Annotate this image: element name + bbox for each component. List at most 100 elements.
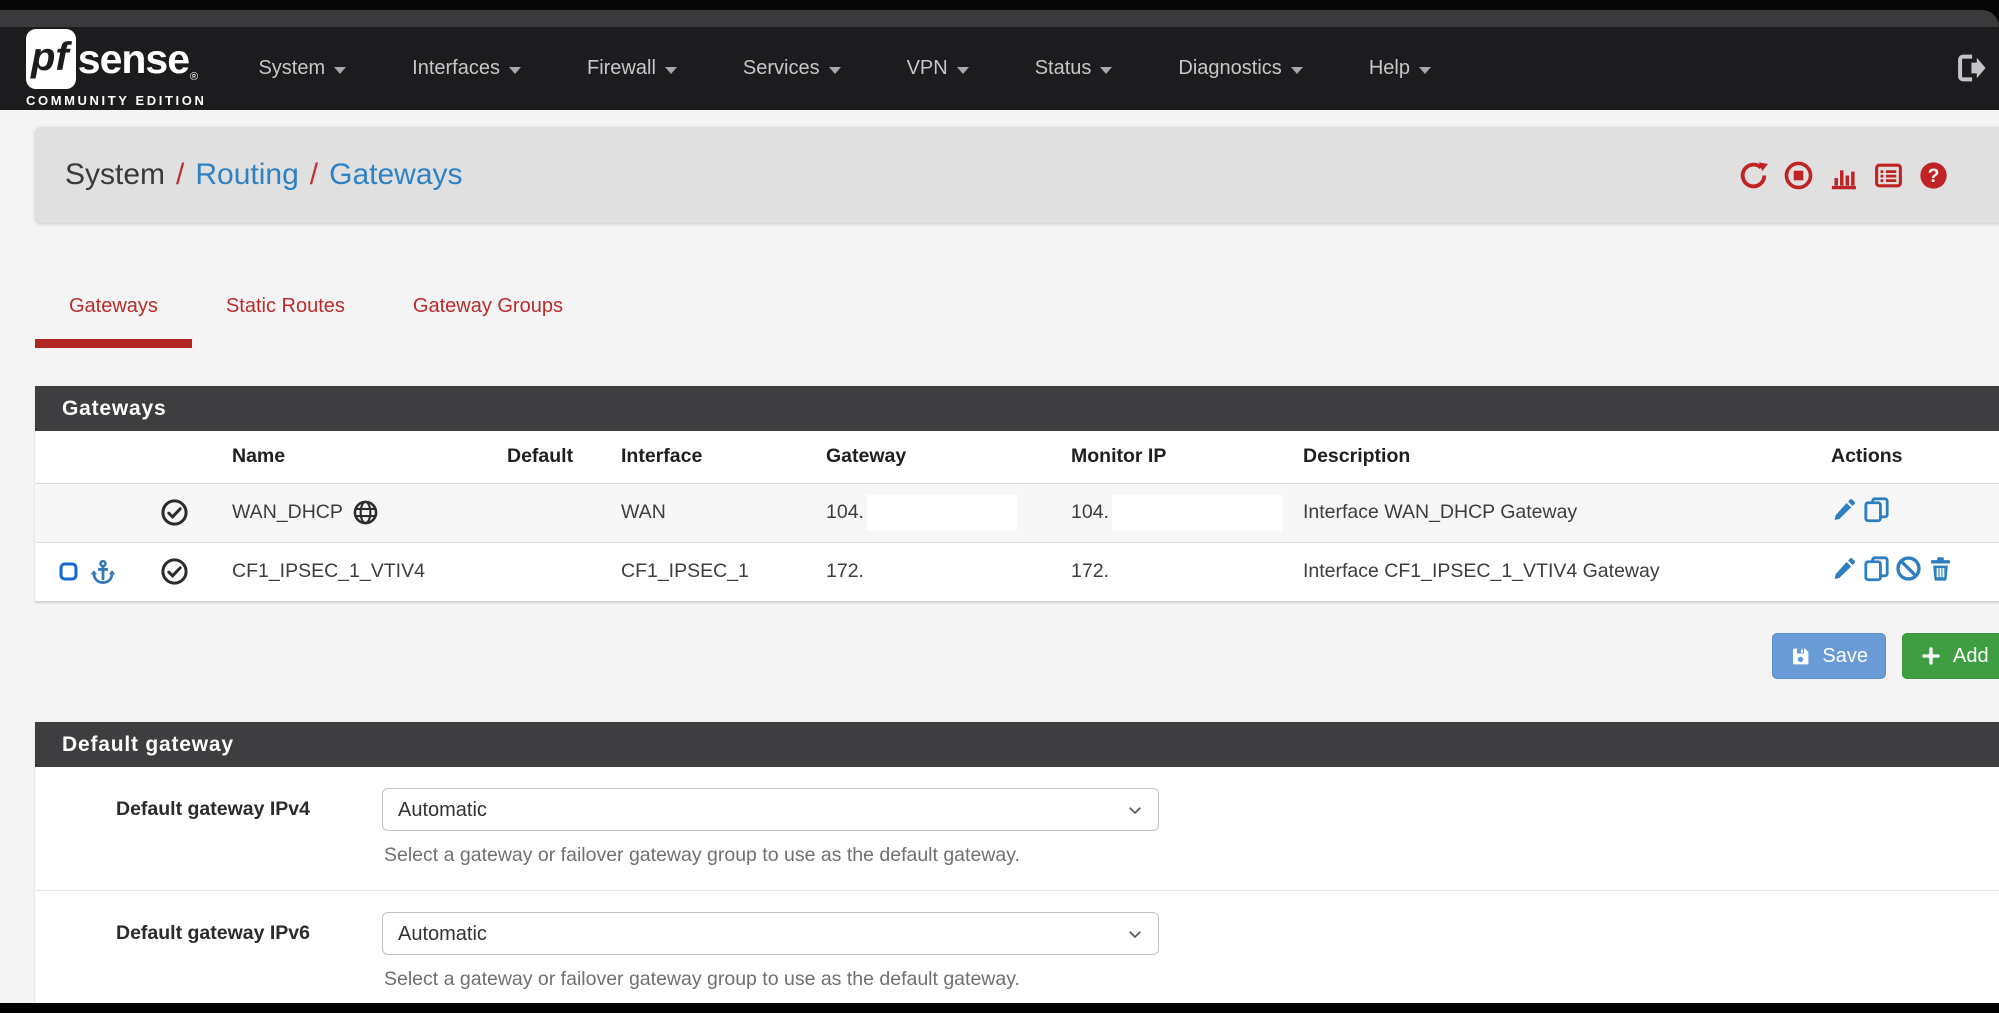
enabled-check-circle-icon — [160, 557, 215, 586]
tab-bar: Gateways Static Routes Gateway Groups — [35, 285, 597, 348]
window-top-edge — [0, 0, 1999, 27]
redacted-ip-box — [1112, 495, 1282, 531]
chevron-down-icon — [509, 67, 521, 74]
gateway-name: CF1_IPSEC_1_VTIV4 — [232, 560, 425, 583]
anchor-icon — [89, 558, 117, 586]
default-gateway-ipv4-select[interactable]: Automatic — [382, 788, 1159, 831]
column-header-monitor-ip: Monitor IP — [1055, 431, 1295, 483]
gateways-panel: Gateways Name Default Interface Gateway … — [35, 386, 1999, 602]
copy-gateway-button[interactable] — [1863, 555, 1890, 582]
gateway-description: Interface CF1_IPSEC_1_VTIV4 Gateway — [1295, 542, 1820, 601]
bar-chart-icon[interactable] — [1828, 160, 1859, 191]
nav-item-help[interactable]: Help — [1369, 57, 1431, 80]
breadcrumb-system: System — [65, 158, 165, 192]
pfsense-logo-pf: pf — [26, 29, 76, 89]
chevron-down-icon — [1100, 67, 1112, 74]
nav-item-status[interactable]: Status — [1035, 57, 1113, 80]
nav-item-firewall[interactable]: Firewall — [587, 57, 677, 80]
delete-gateway-button[interactable] — [1927, 555, 1954, 582]
tab-gateway-groups[interactable]: Gateway Groups — [379, 285, 597, 348]
table-row-wan-dhcp: WAN_DHCP WAN 104. 104. Interface WAN_DHC… — [35, 483, 1999, 542]
main-navbar: pf sense ® COMMUNITY EDITION System Inte… — [0, 27, 1999, 110]
copy-gateway-button[interactable] — [1863, 496, 1890, 523]
chevron-down-icon — [829, 67, 841, 74]
default-gateway-ipv6-label: Default gateway IPv6 — [35, 912, 310, 991]
nav-menu: System Interfaces Firewall Services VPN … — [258, 57, 1430, 80]
table-header-row: Name Default Interface Gateway Monitor I… — [35, 431, 1999, 483]
plus-icon — [1920, 645, 1942, 667]
column-header-default: Default — [505, 431, 605, 483]
gateways-panel-title: Gateways — [35, 386, 1999, 431]
sign-out-icon — [1953, 51, 1987, 85]
default-gateway-panel: Default gateway Default gateway IPv4 Aut… — [35, 722, 1999, 1013]
edit-gateway-button[interactable] — [1831, 555, 1858, 582]
chevron-down-icon — [1291, 67, 1303, 74]
window-title-strip — [0, 10, 1999, 27]
table-row-cf1-ipsec: CF1_IPSEC_1_VTIV4 CF1_IPSEC_1 172. 172. … — [35, 542, 1999, 601]
table-action-bar: Save Add — [35, 633, 1999, 679]
column-header-gateway: Gateway — [810, 431, 1055, 483]
tab-gateways[interactable]: Gateways — [35, 285, 192, 348]
nav-item-interfaces[interactable]: Interfaces — [412, 57, 521, 80]
form-row-default-gateway-ipv4: Default gateway IPv4 Automatic Select a … — [35, 767, 1999, 890]
disable-gateway-button[interactable] — [1895, 555, 1922, 582]
gateway-interface: CF1_IPSEC_1 — [605, 542, 810, 601]
breadcrumb-gateways-link[interactable]: Gateways — [329, 158, 462, 192]
chevron-down-icon — [334, 67, 346, 74]
help-icon[interactable]: ? — [1918, 160, 1949, 191]
form-row-default-gateway-ipv6: Default gateway IPv6 Automatic Select a … — [35, 890, 1999, 1013]
refresh-icon[interactable] — [1738, 160, 1769, 191]
add-gateway-button[interactable]: Add — [1902, 633, 1999, 679]
default-gateway-ipv4-label: Default gateway IPv4 — [35, 788, 310, 867]
save-floppy-icon — [1790, 646, 1811, 667]
pencil-icon — [1831, 555, 1858, 582]
window-bottom-edge — [0, 1003, 1999, 1013]
trash-icon — [1927, 555, 1954, 582]
gateway-description: Interface WAN_DHCP Gateway — [1295, 483, 1820, 542]
monitor-ip: 104. — [1071, 501, 1109, 523]
nav-item-services[interactable]: Services — [743, 57, 841, 80]
breadcrumb: System / Routing / Gateways — [65, 158, 463, 192]
square-outline-icon — [57, 560, 80, 583]
tab-static-routes[interactable]: Static Routes — [192, 285, 379, 348]
pfsense-logo[interactable]: pf sense ® COMMUNITY EDITION — [26, 29, 206, 108]
column-header-description: Description — [1295, 431, 1820, 483]
gateway-address: 172. — [826, 560, 864, 582]
page-toolbar: ? — [1738, 160, 1949, 191]
svg-text:?: ? — [1928, 165, 1940, 187]
column-header-actions: Actions — [1820, 431, 1999, 483]
ban-icon — [1895, 555, 1922, 582]
column-header-interface: Interface — [605, 431, 810, 483]
breadcrumb-panel: System / Routing / Gateways ? — [35, 127, 1999, 223]
gateway-address: 104. — [826, 501, 864, 523]
nav-item-vpn[interactable]: VPN — [907, 57, 969, 80]
save-button[interactable]: Save — [1772, 633, 1886, 679]
gateway-name: WAN_DHCP — [232, 501, 343, 524]
chevron-down-icon — [957, 67, 969, 74]
community-edition-label: COMMUNITY EDITION — [26, 93, 206, 108]
breadcrumb-routing-link[interactable]: Routing — [195, 158, 298, 192]
nav-item-diagnostics[interactable]: Diagnostics — [1178, 57, 1302, 80]
edit-gateway-button[interactable] — [1831, 496, 1858, 523]
default-gateway-panel-title: Default gateway — [35, 722, 1999, 767]
copy-icon — [1863, 555, 1890, 582]
logout-button[interactable] — [1953, 51, 1987, 85]
nav-item-system[interactable]: System — [258, 57, 346, 80]
default-gateway-ipv6-help: Select a gateway or failover gateway gro… — [384, 968, 1159, 991]
default-gateway-ipv4-help: Select a gateway or failover gateway gro… — [384, 844, 1159, 867]
monitor-ip: 172. — [1071, 560, 1109, 582]
redacted-ip-box — [867, 495, 1017, 531]
default-gateway-ipv6-select[interactable]: Automatic — [382, 912, 1159, 955]
copy-icon — [1863, 496, 1890, 523]
column-header-name: Name — [215, 431, 505, 483]
log-list-icon[interactable] — [1873, 160, 1904, 191]
redacted-ip-box — [1112, 554, 1282, 590]
pencil-icon — [1831, 496, 1858, 523]
stop-icon[interactable] — [1783, 160, 1814, 191]
chevron-down-icon — [1419, 67, 1431, 74]
registered-mark: ® — [190, 71, 198, 83]
chevron-down-icon — [665, 67, 677, 74]
enabled-check-circle-icon — [160, 498, 215, 527]
gateway-interface: WAN — [605, 483, 810, 542]
breadcrumb-separator: / — [176, 158, 184, 192]
